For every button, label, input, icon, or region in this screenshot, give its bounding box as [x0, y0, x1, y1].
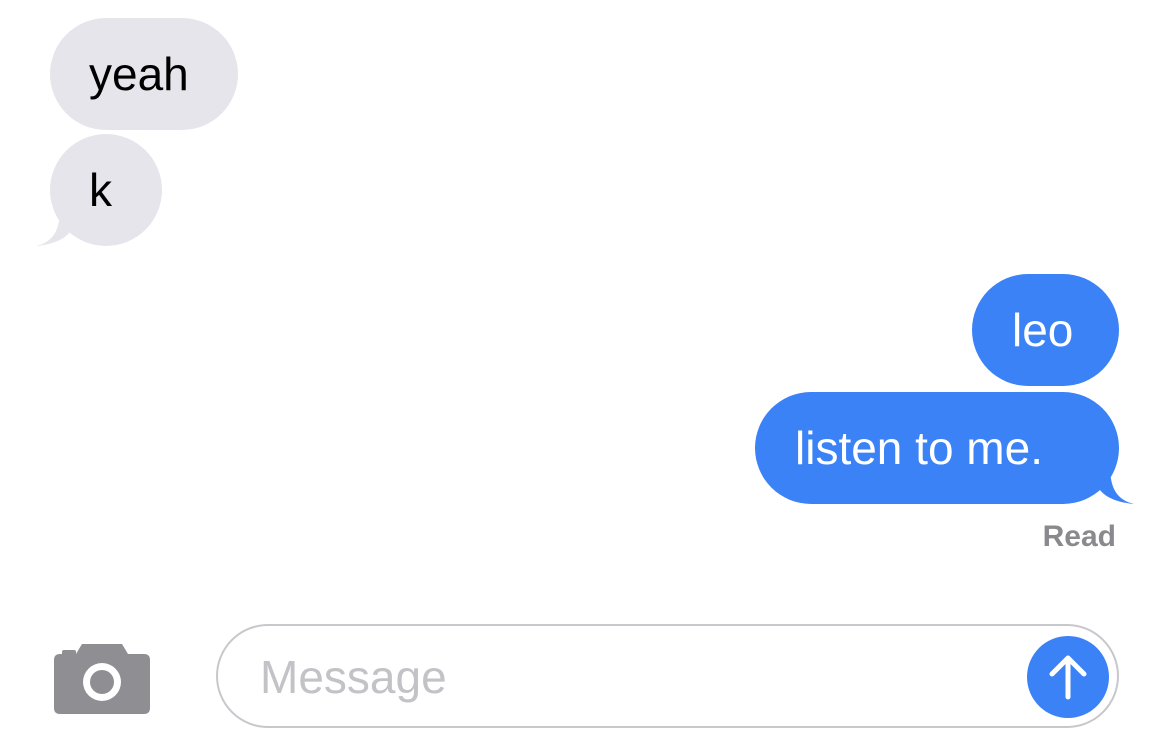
messages-screen: yeah k leo listen to me. Read [0, 0, 1170, 755]
read-receipt: Read [1042, 520, 1116, 553]
message-text: leo [1012, 304, 1074, 356]
incoming-message-bubble[interactable]: yeah [50, 18, 238, 130]
message-input[interactable] [260, 642, 1000, 712]
message-text: yeah [89, 48, 189, 100]
send-button[interactable] [1027, 636, 1109, 718]
outgoing-message-bubble[interactable]: listen to me. [755, 392, 1119, 504]
arrow-up-icon [1049, 655, 1087, 700]
camera-button[interactable] [52, 636, 152, 716]
message-input-bar [216, 624, 1119, 728]
message-text: listen to me. [795, 422, 1043, 474]
outgoing-message-bubble[interactable]: leo [972, 274, 1119, 386]
outgoing-bubble-tail [1096, 466, 1134, 504]
incoming-bubble-tail [36, 208, 74, 246]
camera-icon [54, 644, 150, 714]
